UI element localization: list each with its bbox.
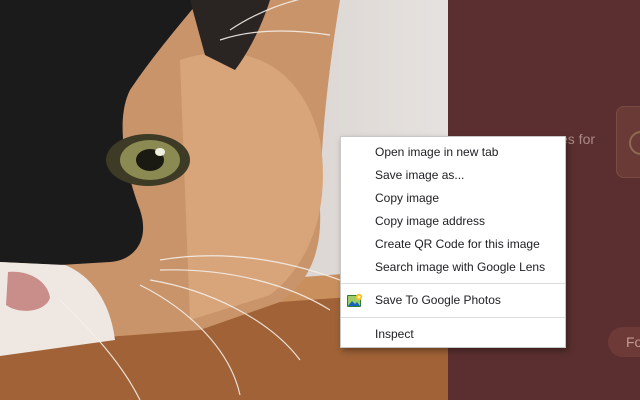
context-menu: Open image in new tab Save image as... C… [340, 136, 566, 348]
menu-item-copy-image[interactable]: Copy image [341, 187, 565, 210]
menu-item-label: Save To Google Photos [375, 293, 501, 307]
menu-item-search-google-lens[interactable]: Search image with Google Lens [341, 256, 565, 279]
menu-item-label: Copy image [375, 191, 440, 205]
menu-item-open-image-new-tab[interactable]: Open image in new tab [341, 141, 565, 164]
menu-separator [341, 317, 565, 318]
menu-item-label: Search image with Google Lens [375, 260, 546, 274]
menu-item-inspect[interactable]: Inspect [341, 323, 565, 346]
menu-item-label: Inspect [375, 327, 414, 341]
menu-item-label: Open image in new tab [375, 145, 499, 159]
menu-item-save-image-as[interactable]: Save image as... [341, 164, 565, 187]
menu-item-save-to-google-photos[interactable]: Save To Google Photos [341, 289, 565, 312]
menu-item-label: Copy image address [375, 214, 486, 228]
menu-item-create-qr-code[interactable]: Create QR Code for this image [341, 233, 565, 256]
google-photos-extension-icon [347, 293, 363, 307]
menu-separator [341, 283, 565, 284]
menu-item-label: Save image as... [375, 168, 465, 182]
menu-item-label: Create QR Code for this image [375, 237, 540, 251]
background-card [616, 106, 640, 178]
menu-item-copy-image-address[interactable]: Copy image address [341, 210, 565, 233]
background-button[interactable]: Fo [608, 327, 640, 357]
background-card-icon [629, 131, 640, 155]
